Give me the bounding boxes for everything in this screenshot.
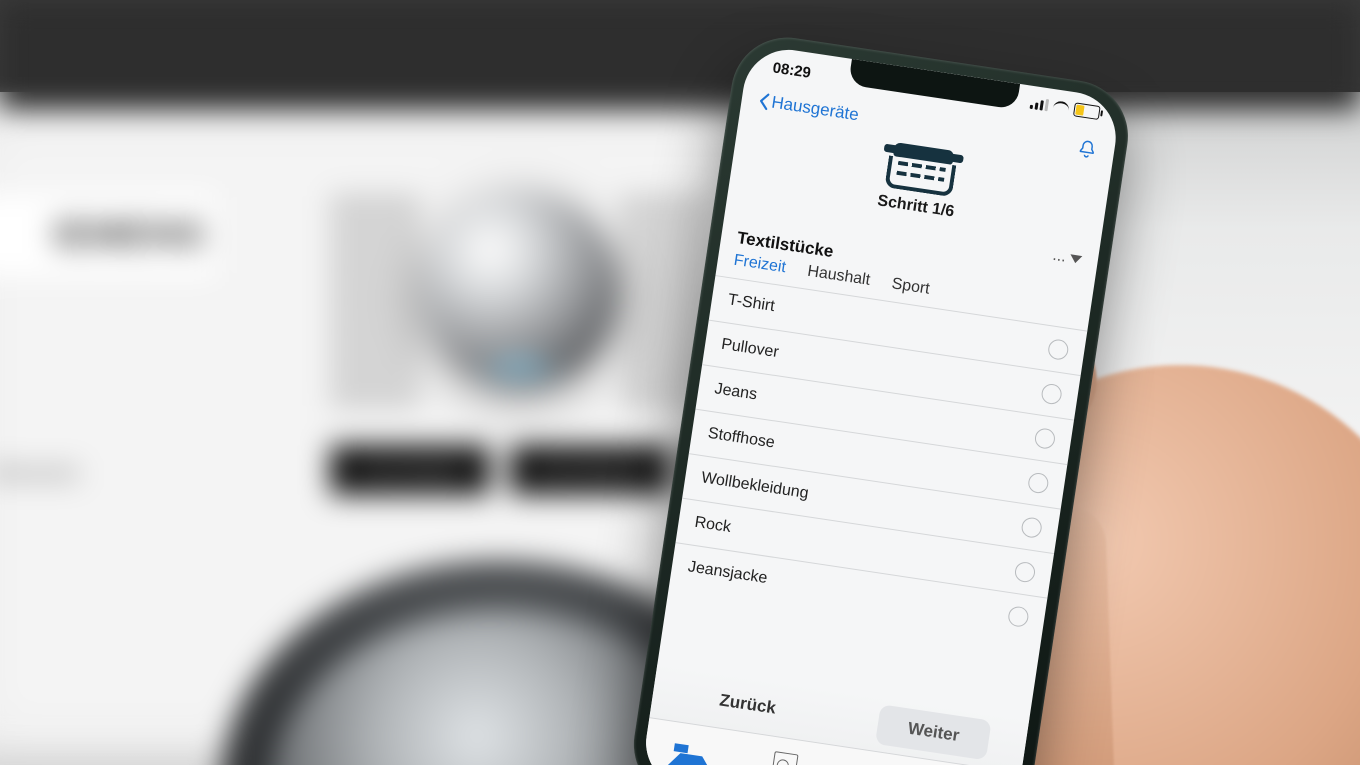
radio-icon xyxy=(1047,338,1070,361)
more-label: ... xyxy=(1051,247,1067,267)
radio-icon xyxy=(1040,383,1063,406)
chevron-down-icon xyxy=(1069,254,1082,264)
radio-icon xyxy=(1034,427,1057,450)
list-item-label: T-Shirt xyxy=(727,291,776,316)
textile-list: T-Shirt Pullover Jeans Stoffhose Wollbek… xyxy=(669,275,1087,642)
program-dial xyxy=(420,190,620,390)
back-step-button[interactable]: Zurück xyxy=(687,676,808,733)
list-item-label: Wollbekleidung xyxy=(700,469,810,503)
program-list-left xyxy=(330,190,420,410)
tab-freizeit[interactable]: Freizeit xyxy=(733,252,788,278)
battery-icon xyxy=(1073,102,1101,120)
status-time: 08:29 xyxy=(772,59,812,81)
tab-sport[interactable]: Sport xyxy=(890,275,930,298)
laundry-basket-icon xyxy=(882,141,960,197)
next-step-button[interactable]: Weiter xyxy=(875,704,991,760)
brand-plate: IEMENS xyxy=(0,190,220,280)
home-icon xyxy=(668,729,717,765)
machine-button: Less Ironing 60 xyxy=(330,445,490,495)
list-item-label: Pullover xyxy=(720,336,780,362)
scene: IEMENS Less Ironing 60 Less Ironing 120 … xyxy=(0,0,1360,765)
list-item-label: Stoffhose xyxy=(707,425,776,453)
cellular-icon xyxy=(1030,97,1050,112)
chevron-left-icon xyxy=(756,92,771,112)
radio-icon xyxy=(1014,561,1037,584)
list-item-label: Rock xyxy=(693,514,732,537)
bell-icon[interactable] xyxy=(1075,137,1100,162)
brand-text: IEMENS xyxy=(53,214,205,257)
radio-icon xyxy=(1007,605,1030,628)
washer-icon xyxy=(771,751,798,765)
isensoric-label: iSensoric xyxy=(0,460,80,486)
machine-button: Less Ironing 120 xyxy=(510,445,670,495)
wifi-icon xyxy=(1052,100,1070,114)
radio-icon xyxy=(1020,516,1043,539)
radio-icon xyxy=(1027,472,1050,495)
list-item-label: Jeansjacke xyxy=(687,558,769,588)
list-item-label: Jeans xyxy=(713,380,758,404)
